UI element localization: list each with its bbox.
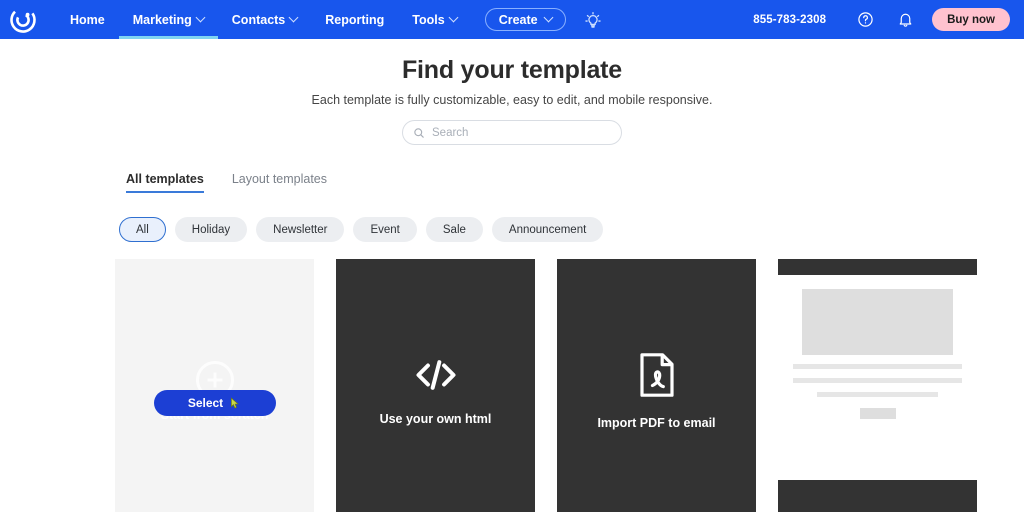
select-button[interactable]: Select: [153, 390, 276, 416]
template-card-grid: Start from scratch Select: [115, 259, 1024, 512]
constant-contact-logo[interactable]: [8, 5, 38, 35]
create-button-label: Create: [498, 12, 538, 27]
nav-item-home[interactable]: Home: [56, 0, 119, 39]
search-icon: [413, 127, 425, 139]
nav-item-tools-label: Tools: [412, 12, 445, 27]
preview-cta-placeholder: [859, 408, 896, 419]
card-use-own-html-label: Use your own html: [379, 411, 492, 426]
filter-chip-announcement-label: Announcement: [508, 223, 587, 236]
chevron-down-icon: [543, 12, 554, 23]
chevron-down-icon: [195, 12, 206, 23]
template-type-tabs: All templates Layout templates: [126, 172, 1024, 193]
help-circle-icon[interactable]: [852, 7, 878, 33]
chevron-down-icon: [288, 12, 299, 23]
nav-item-contacts[interactable]: Contacts: [218, 0, 311, 39]
buy-now-button[interactable]: Buy now: [932, 8, 1010, 31]
preview-footer-bar: [778, 480, 977, 512]
search-row: [0, 120, 1024, 145]
code-brackets-icon: [413, 357, 459, 393]
filter-chip-event-label: Event: [370, 223, 400, 236]
nav-item-contacts-label: Contacts: [231, 12, 286, 27]
template-preview-thumbnail[interactable]: [778, 259, 977, 512]
preview-text-line: [816, 392, 939, 397]
support-phone-number[interactable]: 855-783-2308: [753, 14, 826, 26]
filter-chip-newsletter-label: Newsletter: [273, 223, 328, 236]
tab-all-templates[interactable]: All templates: [126, 172, 204, 193]
card-start-from-scratch[interactable]: Start from scratch Select: [115, 259, 314, 512]
nav-item-reporting-label: Reporting: [325, 12, 385, 27]
tab-layout-templates-label: Layout templates: [231, 172, 328, 186]
nav-item-reporting[interactable]: Reporting: [311, 0, 398, 39]
nav-item-marketing-label: Marketing: [132, 12, 192, 27]
card-use-own-html-content: Use your own html: [336, 259, 535, 512]
preview-header-bar: [778, 259, 977, 275]
page-title: Find your template: [401, 56, 623, 84]
nav-item-tools[interactable]: Tools: [398, 0, 470, 39]
tab-layout-templates[interactable]: Layout templates: [232, 172, 327, 193]
page-subtitle: Each template is fully customizable, eas…: [311, 93, 713, 107]
preview-text-line: [793, 364, 962, 369]
search-input[interactable]: [432, 126, 611, 139]
filter-chip-all[interactable]: All: [119, 217, 166, 242]
lightbulb-icon[interactable]: [582, 9, 604, 31]
preview-body: [778, 275, 977, 480]
top-navbar: Home Marketing Contacts Reporting Tools …: [0, 0, 1024, 39]
card-import-pdf[interactable]: Import PDF to email: [557, 259, 756, 512]
filter-chip-holiday[interactable]: Holiday: [174, 217, 248, 242]
filter-chip-newsletter[interactable]: Newsletter: [256, 217, 345, 242]
create-button[interactable]: Create: [484, 8, 566, 31]
navbar-right-group: 855-783-2308 Buy now: [753, 7, 1010, 33]
filter-chip-all-label: All: [136, 223, 149, 236]
filter-chip-sale[interactable]: Sale: [425, 217, 483, 242]
tab-all-templates-label: All templates: [126, 172, 204, 186]
card-import-pdf-content: Import PDF to email: [557, 259, 756, 512]
nav-item-marketing[interactable]: Marketing: [118, 0, 218, 39]
preview-text-line: [793, 378, 962, 383]
filter-chip-holiday-label: Holiday: [191, 223, 231, 236]
filter-chip-event[interactable]: Event: [353, 217, 417, 242]
filter-chip-announcement[interactable]: Announcement: [491, 217, 604, 242]
buy-now-label: Buy now: [947, 13, 995, 26]
card-import-pdf-label: Import PDF to email: [597, 415, 716, 430]
pointer-cursor-icon: [230, 396, 241, 410]
preview-hero-image-placeholder: [802, 289, 953, 355]
search-box[interactable]: [402, 120, 622, 145]
card-start-from-scratch-content: Start from scratch: [115, 259, 314, 512]
card-use-own-html[interactable]: Use your own html: [336, 259, 535, 512]
notification-bell-icon[interactable]: [892, 7, 918, 33]
primary-nav: Home Marketing Contacts Reporting Tools …: [56, 0, 604, 39]
pdf-file-icon: [639, 352, 675, 397]
page-content: Find your template Each template is full…: [0, 39, 1024, 512]
filter-chip-sale-label: Sale: [442, 223, 466, 236]
category-filter-chips: All Holiday Newsletter Event Sale Announ…: [119, 217, 1024, 242]
chevron-down-icon: [448, 12, 459, 23]
nav-item-home-label: Home: [70, 12, 105, 27]
select-button-label: Select: [187, 396, 224, 410]
